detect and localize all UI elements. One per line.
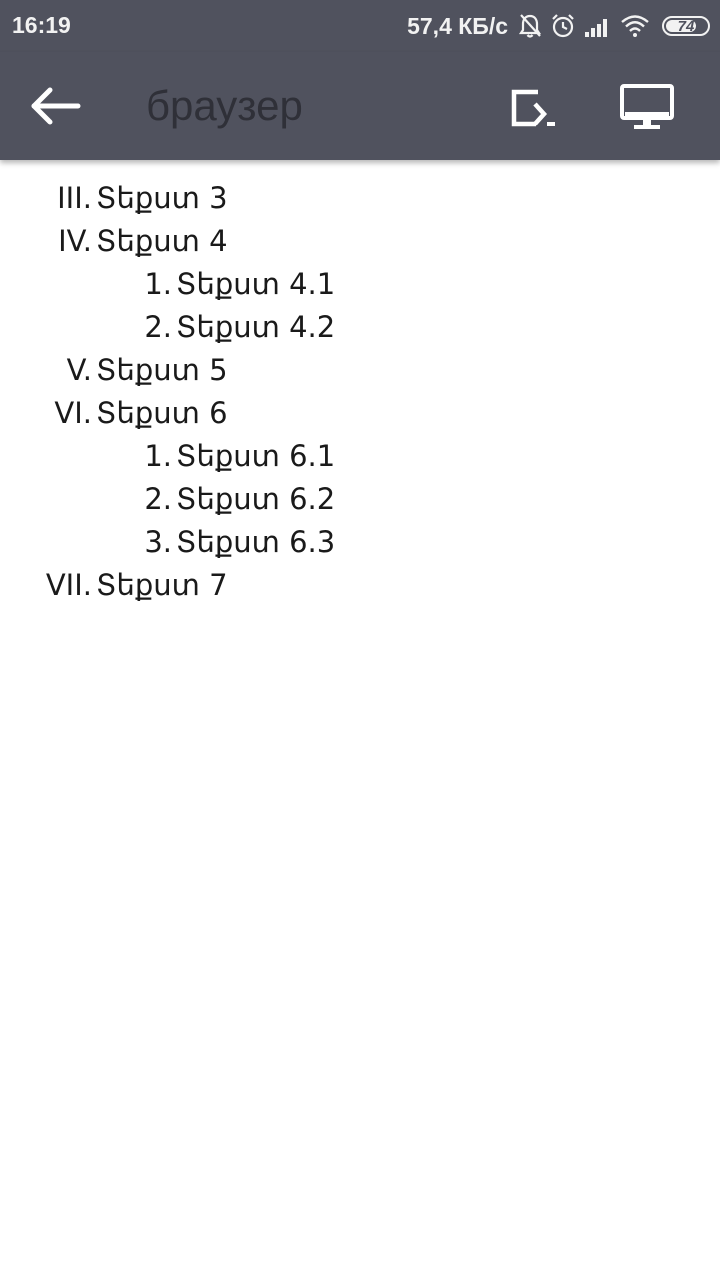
network-speed: 57,4 КБ/с bbox=[407, 12, 508, 39]
list-marker: V. bbox=[66, 353, 92, 387]
desktop-icon bbox=[620, 84, 674, 129]
list-marker: 1. bbox=[144, 439, 172, 473]
status-time: 16:19 bbox=[12, 12, 71, 38]
list-item: III. Տեքստ 3 bbox=[0, 178, 228, 218]
list-marker: VII. bbox=[45, 568, 92, 602]
list-item-text: Տեքստ 4.2 bbox=[176, 310, 336, 344]
alarm-icon bbox=[552, 14, 574, 38]
list-item: V. Տեքստ 5 bbox=[0, 350, 228, 390]
list-item-text: Տեքստ 6.2 bbox=[176, 482, 336, 516]
list-item: 3. Տեքստ 6.3 bbox=[0, 522, 335, 562]
open-in-icon bbox=[511, 89, 555, 127]
status-bar: 16:19 57,4 КБ/с 74 bbox=[0, 0, 720, 52]
list-item: 2. Տեքստ 4.2 bbox=[0, 307, 335, 347]
list-item: VII. Տեքստ 7 bbox=[0, 565, 228, 605]
arrow-left-icon bbox=[31, 87, 81, 125]
back-button[interactable] bbox=[24, 78, 88, 134]
list-item: 1. Տեքստ 6.1 bbox=[0, 436, 335, 476]
list-item-text: Տեքստ 4 bbox=[96, 224, 228, 258]
list-item-text: Տեքստ 4.1 bbox=[176, 267, 336, 301]
open-in-button[interactable] bbox=[500, 80, 564, 136]
list-marker: VI. bbox=[54, 396, 92, 430]
desktop-mode-button[interactable] bbox=[614, 78, 680, 138]
list-marker: 2. bbox=[144, 310, 172, 344]
list-item: VI. Տեքստ 6 bbox=[0, 393, 228, 433]
app-bar: браузер bbox=[0, 52, 720, 160]
list-marker: III. bbox=[57, 181, 92, 215]
page-title: браузер bbox=[146, 82, 303, 129]
list-item: IV. Տեքստ 4 bbox=[0, 221, 228, 261]
list-item-text: Տեքստ 5 bbox=[96, 353, 228, 387]
list-item-text: Տեքստ 6 bbox=[96, 396, 228, 430]
list-item: 1. Տեքստ 4.1 bbox=[0, 264, 335, 304]
list-marker: 3. bbox=[144, 525, 172, 559]
list-marker: IV. bbox=[58, 224, 92, 258]
list-item-text: Տեքստ 6.3 bbox=[176, 525, 336, 559]
wifi-icon bbox=[621, 15, 649, 37]
battery-level: 74 bbox=[677, 17, 695, 35]
list-item-text: Տեքստ 6.1 bbox=[176, 439, 336, 473]
list-item-text: Տեքստ 3 bbox=[96, 181, 228, 215]
bell-muted-icon bbox=[518, 14, 542, 38]
battery-icon: 74 bbox=[662, 16, 710, 36]
list-marker: 1. bbox=[144, 267, 172, 301]
list-item-text: Տեքստ 7 bbox=[96, 568, 228, 602]
list-item: 2. Տեքստ 6.2 bbox=[0, 479, 335, 519]
signal-icon bbox=[585, 19, 607, 37]
list-marker: 2. bbox=[144, 482, 172, 516]
status-icons: 57,4 КБ/с 74 bbox=[407, 10, 710, 42]
